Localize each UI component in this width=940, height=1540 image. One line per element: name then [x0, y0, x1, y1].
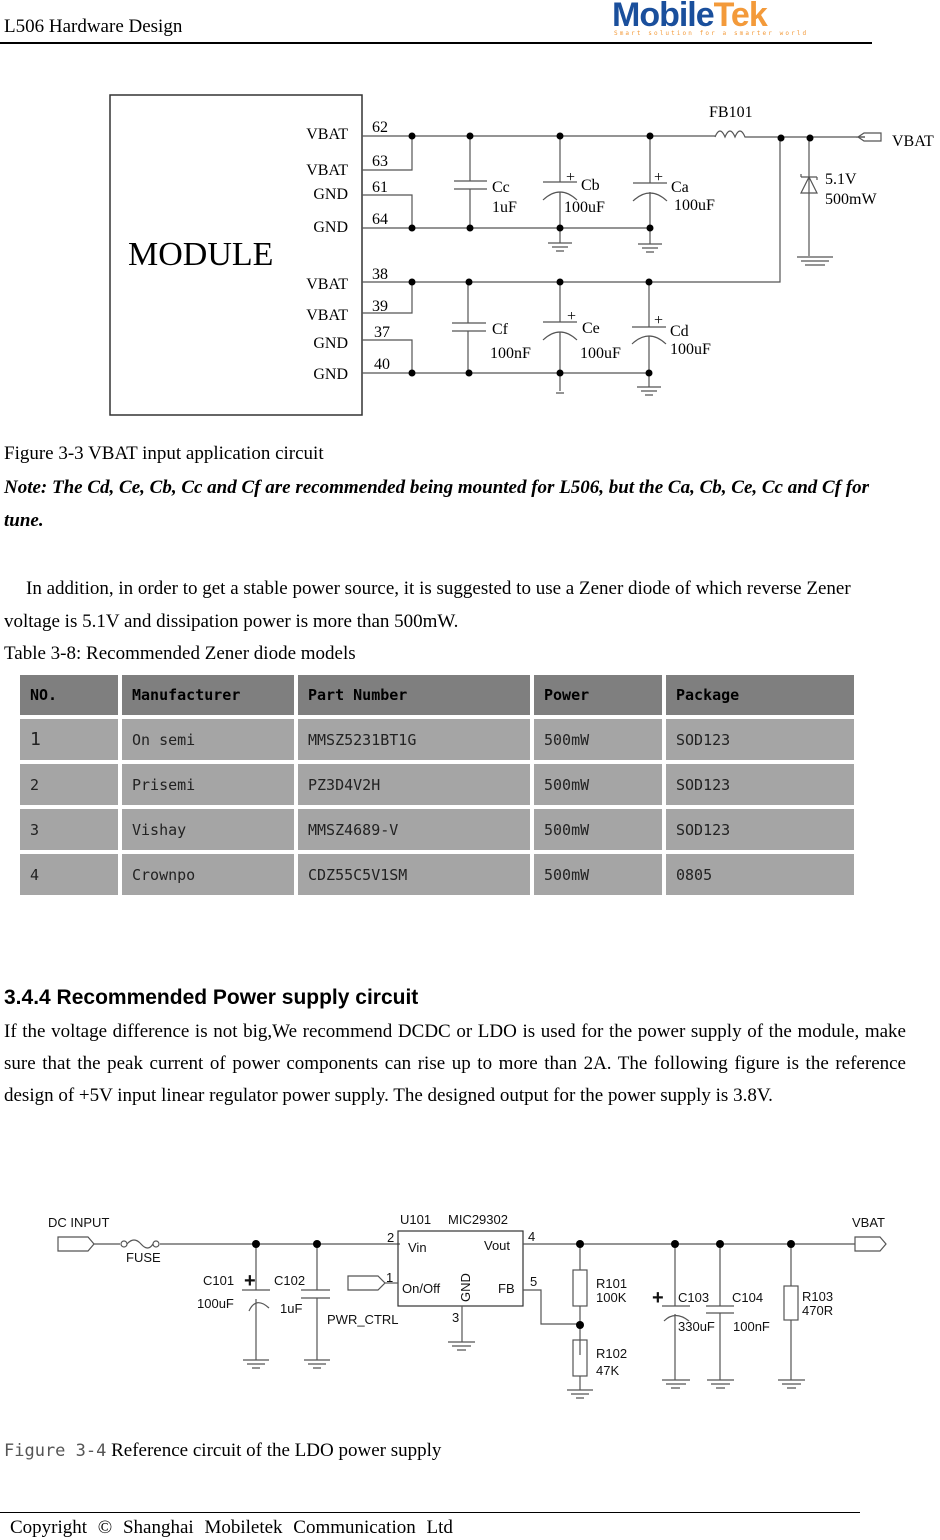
svg-text:R102: R102: [596, 1346, 627, 1361]
zener-diode-table: NO. Manufacturer Part Number Power Packa…: [16, 671, 858, 899]
header-divider: [0, 42, 872, 44]
svg-text:1uF: 1uF: [280, 1301, 302, 1316]
svg-text:GND: GND: [313, 335, 348, 352]
svg-text:2: 2: [387, 1230, 394, 1245]
svg-text:VBAT: VBAT: [306, 126, 348, 143]
cb-ref: Cb: [581, 177, 600, 194]
svg-text:64: 64: [372, 211, 388, 228]
svg-text:5: 5: [530, 1274, 537, 1289]
svg-text:VBAT: VBAT: [306, 162, 348, 179]
svg-text:On/Off: On/Off: [402, 1281, 440, 1296]
ca-value: 100uF: [674, 197, 715, 214]
svg-text:+: +: [244, 1270, 256, 1292]
svg-text:GND: GND: [458, 1273, 473, 1302]
vbat-input-schematic: MODULE VBAT VBAT GND GND VBAT VBAT GND G…: [109, 94, 934, 416]
document-header-title: L506 Hardware Design: [4, 16, 183, 37]
svg-text:63: 63: [372, 153, 388, 170]
svg-text:+: +: [566, 169, 575, 186]
svg-text:VBAT: VBAT: [306, 276, 348, 293]
svg-text:330uF: 330uF: [678, 1319, 715, 1334]
figure-3-4-caption: Figure 3-4 Reference circuit of the LDO …: [4, 1440, 442, 1461]
svg-text:47K: 47K: [596, 1363, 619, 1378]
svg-text:VBAT: VBAT: [306, 307, 348, 324]
svg-text:3: 3: [452, 1310, 459, 1325]
fb101-label: FB101: [709, 104, 753, 121]
svg-text:+: +: [654, 169, 663, 186]
ce-ref: Ce: [582, 320, 600, 337]
cd-ref: Cd: [670, 323, 689, 340]
svg-text:GND: GND: [313, 219, 348, 236]
mobiletek-logo: MobileTek Smart solution for a smarter w…: [612, 0, 817, 40]
svg-text:100K: 100K: [596, 1290, 627, 1305]
ce-value: 100uF: [580, 345, 621, 362]
svg-text:470R: 470R: [802, 1303, 833, 1318]
svg-text:R103: R103: [802, 1289, 833, 1304]
figure-3-3-caption: Figure 3-3 VBAT input application circui…: [4, 443, 324, 464]
svg-text:C103: C103: [678, 1290, 709, 1305]
svg-text:1: 1: [386, 1270, 393, 1285]
svg-text:61: 61: [372, 179, 388, 196]
svg-text:+: +: [567, 308, 576, 325]
svg-text:38: 38: [372, 266, 388, 283]
cc-value: 1uF: [492, 199, 517, 216]
svg-text:+: +: [654, 312, 663, 329]
zener-voltage: 5.1V: [825, 171, 857, 188]
footer-copyright: Copyright © Shanghai Mobiletek Communica…: [10, 1517, 453, 1538]
svg-text:FB: FB: [498, 1281, 515, 1296]
cf-value: 100nF: [490, 345, 531, 362]
pwr-ctrl-label: PWR_CTRL: [327, 1312, 399, 1327]
svg-text:37: 37: [374, 324, 390, 341]
table-row: 2 Prisemi PZ3D4V2H 500mW SOD123: [20, 764, 854, 805]
vbat-output-label: VBAT: [852, 1215, 885, 1230]
svg-text:62: 62: [372, 119, 388, 136]
svg-text:4: 4: [528, 1229, 535, 1244]
svg-text:C104: C104: [732, 1290, 763, 1305]
svg-text:U101: U101: [400, 1212, 431, 1227]
svg-text:40: 40: [374, 356, 390, 373]
ldo-reference-schematic: DC INPUT FUSE C101 100uF + C102 1uF PWR_…: [48, 1212, 887, 1399]
vbat-port-label: VBAT: [892, 133, 934, 150]
svg-text:R101: R101: [596, 1276, 627, 1291]
svg-text:100nF: 100nF: [733, 1319, 770, 1334]
table-row: 4 Crownpo CDZ55C5V1SM 500mW 0805: [20, 854, 854, 895]
svg-text:GND: GND: [313, 186, 348, 203]
zener-paragraph: In addition, in order to get a stable po…: [4, 578, 851, 632]
section-heading: 3.4.4 Recommended Power supply circuit: [4, 986, 419, 1009]
svg-text:C101: C101: [203, 1273, 234, 1288]
svg-text:MIC29302: MIC29302: [448, 1212, 508, 1227]
zener-power: 500mW: [825, 191, 877, 208]
ca-ref: Ca: [671, 179, 689, 196]
cf-ref: Cf: [492, 321, 509, 338]
col-no: NO.: [20, 675, 118, 715]
svg-text:C102: C102: [274, 1273, 305, 1288]
table-header-row: NO. Manufacturer Part Number Power Packa…: [20, 675, 854, 715]
section-body: If the voltage difference is not big,We …: [4, 1021, 906, 1106]
table-row: 1 On semi MMSZ5231BT1G 500mW SOD123: [20, 719, 854, 760]
col-part-number: Part Number: [298, 675, 530, 715]
svg-text:100uF: 100uF: [197, 1296, 234, 1311]
note-text: Note: The Cd, Ce, Cb, Cc and Cf are reco…: [4, 477, 870, 531]
logo-tagline: Smart solution for a smarter world: [614, 30, 809, 37]
col-power: Power: [534, 675, 662, 715]
svg-text:GND: GND: [313, 366, 348, 383]
module-label: MODULE: [128, 236, 273, 273]
svg-text:Vout: Vout: [484, 1238, 510, 1253]
cb-value: 100uF: [564, 199, 605, 216]
svg-text:Vin: Vin: [408, 1240, 427, 1255]
table-3-8-caption: Table 3-8: Recommended Zener diode model…: [4, 643, 356, 664]
col-package: Package: [666, 675, 854, 715]
footer-divider: [0, 1512, 860, 1513]
cd-value: 100uF: [670, 341, 711, 358]
col-manufacturer: Manufacturer: [122, 675, 294, 715]
table-row: 3 Vishay MMSZ4689-V 500mW SOD123: [20, 809, 854, 850]
svg-text:+: +: [652, 1287, 664, 1309]
fuse-label: FUSE: [126, 1250, 161, 1265]
dc-input-label: DC INPUT: [48, 1215, 109, 1230]
cc-ref: Cc: [492, 179, 510, 196]
